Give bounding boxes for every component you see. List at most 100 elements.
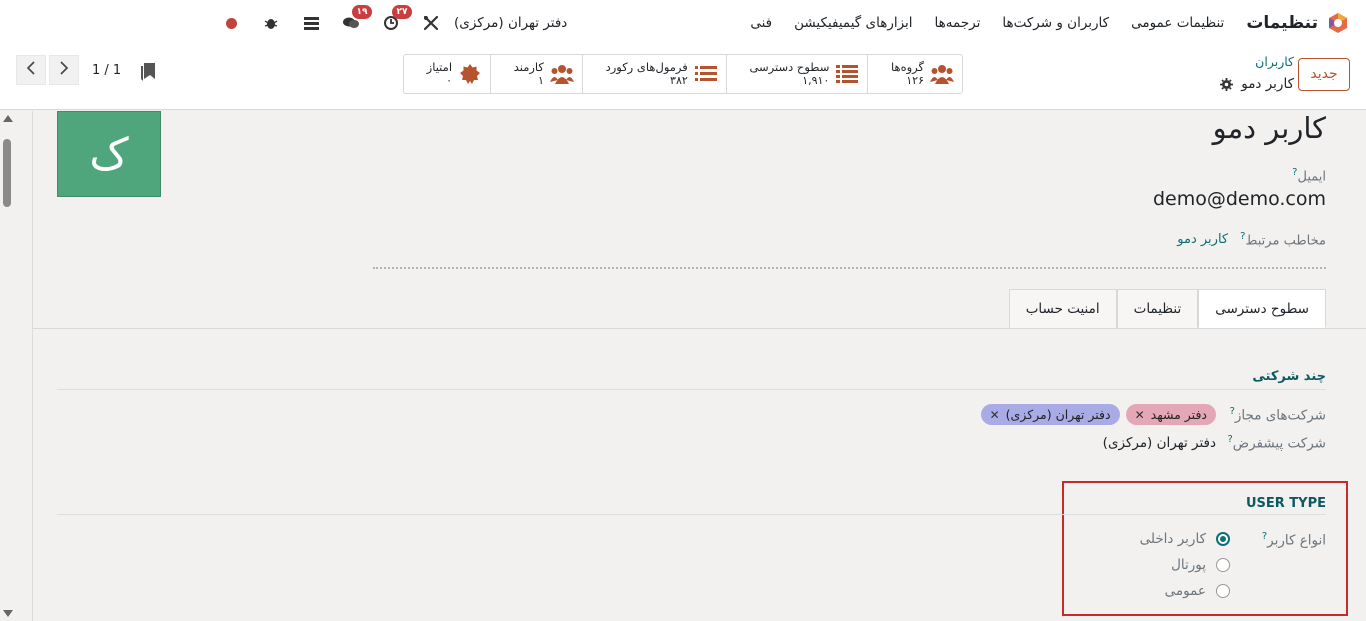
- tabs-baseline: [33, 328, 1366, 329]
- company-tag[interactable]: دفتر تهران (مرکزی) ✕: [980, 404, 1120, 425]
- gear-icon[interactable]: [1220, 77, 1234, 91]
- breadcrumb-current-label: کاربر دمو: [1241, 76, 1294, 92]
- stat-value: ۱: [537, 74, 544, 87]
- menu-technical[interactable]: فنی: [750, 15, 772, 31]
- messages-count-badge: ۱۹: [352, 5, 372, 19]
- list-icon: [835, 63, 859, 85]
- company-switcher[interactable]: دفتر تهران (مرکزی): [454, 15, 567, 31]
- stat-label: گروه‌ها: [891, 60, 924, 74]
- tools-icon[interactable]: [422, 14, 440, 32]
- user-type-title: USER TYPE: [1245, 496, 1326, 511]
- user-type-row: انواع کاربر? کاربر داخلی پورتال عمومی: [1140, 531, 1326, 599]
- stat-value: ۰: [446, 74, 453, 87]
- section-divider: [57, 514, 1326, 515]
- user-type-label: انواع کاربر?: [1230, 531, 1326, 549]
- stat-buttons: گروه‌ها ۱۲۶ سطوح دسترسی ۱,۹۱۰ فرمول‌های …: [403, 54, 963, 94]
- users-icon: [930, 63, 954, 85]
- company-tag-label: دفتر تهران (مرکزی): [1005, 407, 1111, 422]
- radio-public[interactable]: عمومی: [1140, 583, 1230, 599]
- tab-account-security[interactable]: امنیت حساب: [1008, 289, 1117, 328]
- radio-button[interactable]: [1216, 558, 1230, 572]
- stat-label: سطوح دسترسی: [749, 60, 830, 74]
- divider: [373, 267, 1326, 269]
- access-rights-stat-button[interactable]: سطوح دسترسی ۱,۹۱۰: [725, 55, 868, 93]
- karma-stat-button[interactable]: امتیاز ۰: [404, 55, 490, 93]
- pager-value[interactable]: 1 / 1: [92, 63, 121, 78]
- allowed-companies-label: شرکت‌های مجاز?: [1216, 406, 1326, 424]
- radio-internal-user[interactable]: کاربر داخلی: [1140, 531, 1230, 547]
- radio-label: کاربر داخلی: [1139, 531, 1206, 547]
- bug-icon[interactable]: [262, 14, 280, 32]
- menu-gamification-tools[interactable]: ابزارهای گیمیفیکیشن: [794, 15, 912, 31]
- activity-clock-icon[interactable]: ۲۷: [382, 5, 412, 32]
- scroll-thumb[interactable]: [3, 139, 11, 207]
- remove-tag-icon[interactable]: ✕: [1135, 408, 1145, 422]
- stat-value: ۳۸۲: [670, 74, 688, 87]
- pager-previous-button[interactable]: [16, 55, 46, 85]
- user-type-radio-group: کاربر داخلی پورتال عمومی: [1140, 531, 1230, 599]
- company-tag-label: دفتر مشهد: [1150, 407, 1207, 422]
- record-rules-stat-button[interactable]: فرمول‌های رکورد ۳۸۲: [581, 55, 726, 93]
- user-name-field[interactable]: کاربر دمو: [1213, 111, 1326, 145]
- multi-company-title: چند شرکتی: [1252, 369, 1326, 384]
- new-button[interactable]: جدید: [1298, 58, 1350, 91]
- stat-value: ۱۲۶: [906, 74, 924, 87]
- breadcrumb-current: کاربر دمو: [1220, 76, 1294, 92]
- menu-users-companies[interactable]: کاربران و شرکت‌ها: [1002, 15, 1109, 31]
- menu-translations[interactable]: ترجمه‌ها: [935, 15, 981, 31]
- partner-label-text: مخاطب مرتبط: [1245, 233, 1326, 249]
- radio-button[interactable]: [1216, 584, 1230, 598]
- notebook-tabs: سطوح دسترسی تنظیمات امنیت حساب: [1008, 289, 1326, 328]
- allowed-companies-label-text: شرکت‌های مجاز: [1234, 407, 1326, 424]
- pager-next-button[interactable]: [49, 55, 79, 85]
- default-company-label-text: شرکت پیشفرض: [1232, 435, 1326, 452]
- stat-label: امتیاز: [426, 60, 453, 74]
- avatar[interactable]: ک: [57, 111, 161, 197]
- email-label-text: ایمیل: [1297, 169, 1326, 185]
- app-title[interactable]: تنظیمات: [1246, 13, 1318, 33]
- database-icon[interactable]: [302, 14, 320, 32]
- default-company-field[interactable]: دفتر تهران (مرکزی): [1103, 435, 1216, 451]
- related-partner-row: مخاطب مرتبط? کاربر دمو: [1177, 231, 1326, 248]
- odoo-logo-icon[interactable]: [1326, 11, 1350, 35]
- menu-general-settings[interactable]: تنظیمات عمومی: [1131, 15, 1224, 31]
- user-type-label-text: انواع کاربر: [1267, 532, 1326, 549]
- users-icon: [549, 63, 574, 85]
- groups-stat-button[interactable]: گروه‌ها ۱۲۶: [867, 55, 962, 93]
- stat-label: فرمول‌های رکورد: [605, 60, 688, 74]
- status-dot-icon: [222, 14, 240, 32]
- radio-label: پورتال: [1171, 557, 1206, 573]
- section-divider: [57, 389, 1326, 390]
- allowed-companies-row: شرکت‌های مجاز? دفتر مشهد ✕ دفتر تهران (م…: [980, 404, 1326, 425]
- allowed-companies-field[interactable]: دفتر مشهد ✕ دفتر تهران (مرکزی) ✕: [980, 404, 1216, 425]
- activity-count-badge: ۲۷: [392, 5, 412, 19]
- stat-value: ۱,۹۱۰: [802, 74, 830, 87]
- vertical-scrollbar[interactable]: [0, 111, 16, 621]
- employee-stat-button[interactable]: کارمند ۱: [490, 55, 582, 93]
- remove-tag-icon[interactable]: ✕: [990, 408, 1000, 422]
- scroll-up-arrow-icon[interactable]: [3, 115, 13, 122]
- email-field[interactable]: demo@demo.com: [1153, 188, 1326, 210]
- scroll-down-arrow-icon[interactable]: [3, 610, 13, 617]
- radio-portal[interactable]: پورتال: [1140, 557, 1230, 573]
- default-company-row: شرکت پیشفرض? دفتر تهران (مرکزی): [1103, 434, 1326, 452]
- radio-button-checked[interactable]: [1216, 532, 1230, 546]
- list-icon: [694, 63, 718, 85]
- partner-link[interactable]: کاربر دمو: [1177, 232, 1228, 247]
- badge-icon: [458, 63, 482, 85]
- systray: دفتر تهران (مرکزی) ۲۷ ۱۹: [200, 0, 567, 46]
- tab-preferences[interactable]: تنظیمات: [1116, 289, 1199, 328]
- partner-label: مخاطب مرتبط?: [1238, 231, 1326, 248]
- tab-access-rights[interactable]: سطوح دسترسی: [1198, 289, 1326, 328]
- chevron-left-icon: [26, 61, 36, 79]
- email-label: ایمیل?: [1290, 167, 1326, 184]
- default-company-label: شرکت پیشفرض?: [1216, 434, 1326, 452]
- chat-icon[interactable]: ۱۹: [342, 5, 372, 32]
- chevron-right-icon: [59, 61, 69, 79]
- breadcrumb-users[interactable]: کاربران: [1255, 54, 1294, 69]
- company-tag[interactable]: دفتر مشهد ✕: [1125, 404, 1216, 425]
- radio-label: عمومی: [1164, 583, 1206, 599]
- form-sheet: ک کاربر دمو ایمیل? demo@demo.com مخاطب م…: [32, 111, 1366, 621]
- control-panel: جدید کاربران کاربر دمو گروه‌ها ۱۲۶ سطوح …: [0, 46, 1366, 110]
- pager: 1 / 1: [16, 55, 157, 85]
